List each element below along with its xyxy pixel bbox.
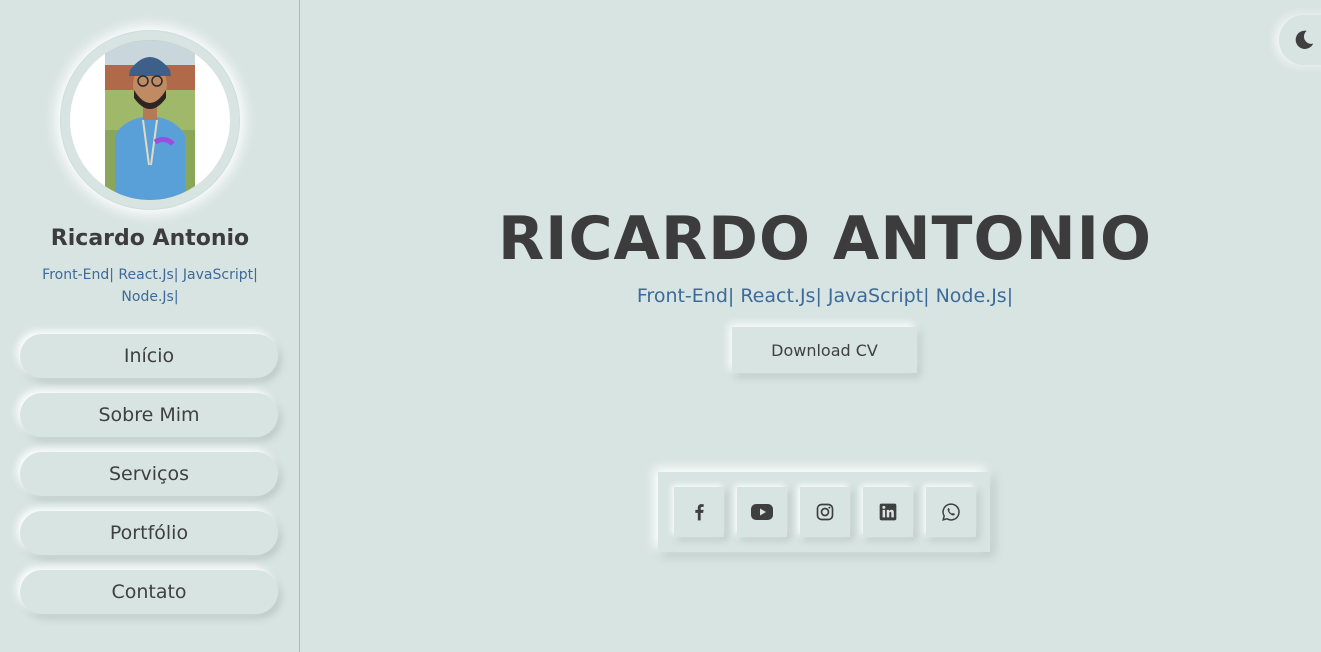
- download-cv-button[interactable]: Download CV: [732, 327, 917, 373]
- hero-tags: Front-End| React.Js| JavaScript| Node.Js…: [636, 285, 1014, 307]
- avatar: [70, 40, 230, 200]
- social-links: [658, 472, 990, 552]
- instagram-icon: [816, 503, 834, 521]
- avatar-ring: [60, 30, 240, 210]
- theme-toggle-button[interactable]: [1279, 15, 1321, 65]
- youtube-button[interactable]: [737, 487, 787, 537]
- nav-item-inicio[interactable]: Início: [20, 334, 278, 378]
- profile-tags-line2: Node.Js|: [121, 289, 179, 305]
- nav-item-sobre-mim[interactable]: Sobre Mim: [20, 393, 278, 437]
- profile-photo: [105, 40, 195, 200]
- whatsapp-button[interactable]: [926, 487, 976, 537]
- youtube-icon: [751, 504, 773, 520]
- linkedin-icon: [879, 503, 897, 521]
- profile-tags: Front-End| React.Js| JavaScript| Node.Js…: [25, 264, 275, 308]
- hero-title: RICARDO ANTONIO: [497, 204, 1153, 274]
- profile-name: Ricardo Antonio: [50, 226, 250, 251]
- moon-icon: [1295, 30, 1314, 49]
- sidebar: Ricardo Antonio Front-End| React.Js| Jav…: [0, 0, 300, 652]
- whatsapp-icon: [942, 503, 960, 521]
- nav-item-servicos[interactable]: Serviços: [20, 452, 278, 496]
- nav-item-portfolio[interactable]: Portfólio: [20, 511, 278, 555]
- facebook-button[interactable]: [674, 487, 724, 537]
- nav-item-contato[interactable]: Contato: [20, 570, 278, 614]
- facebook-icon: [695, 504, 704, 521]
- sidebar-nav: Início Sobre Mim Serviços Portfólio Cont…: [20, 334, 278, 629]
- instagram-button[interactable]: [800, 487, 850, 537]
- linkedin-button[interactable]: [863, 487, 913, 537]
- profile-tags-line1: Front-End| React.Js| JavaScript|: [42, 267, 258, 283]
